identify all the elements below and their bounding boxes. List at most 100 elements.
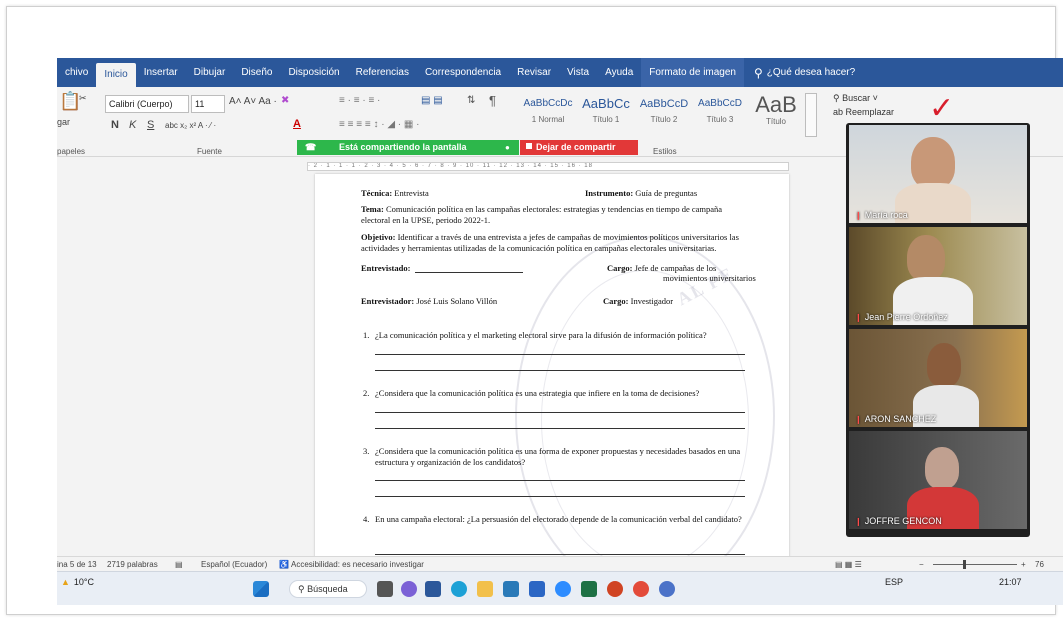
zoom-slider-handle[interactable] bbox=[963, 560, 966, 569]
tab-inicio[interactable]: Inicio bbox=[96, 63, 136, 87]
style-titulo-2[interactable]: AaBbCcD Título 2 bbox=[635, 93, 693, 133]
participant-tile[interactable]: ❙ Jean Pierre Ordoñez bbox=[849, 227, 1027, 325]
question-2: 2. ¿Considera que la comunicación políti… bbox=[363, 388, 700, 398]
indent-buttons[interactable]: ▤ ▤ bbox=[421, 95, 443, 106]
taskbar-search[interactable]: ⚲ Búsqueda bbox=[289, 580, 367, 598]
tecnica-value: Entrevista bbox=[394, 188, 429, 198]
weather-icon: ▲ bbox=[61, 577, 70, 587]
style-titulo-3[interactable]: AaBbCcD Título 3 bbox=[691, 93, 749, 133]
underline-button[interactable]: S bbox=[147, 119, 154, 131]
participant-name: María roca bbox=[864, 210, 908, 220]
horizontal-ruler[interactable]: · 2 · 1 · 1 · 1 · 2 · 3 · 4 · 5 · 6 · 7 … bbox=[307, 162, 789, 171]
addin-logo-icon[interactable]: ✓ bbox=[929, 91, 954, 126]
zoom-level[interactable]: 76 bbox=[1035, 557, 1044, 572]
store-icon[interactable] bbox=[503, 581, 519, 597]
font-name-select[interactable]: Calibri (Cuerpo) bbox=[105, 95, 189, 113]
tab-vista[interactable]: Vista bbox=[559, 58, 597, 87]
style-normal[interactable]: AaBbCcDc 1 Normal bbox=[519, 93, 577, 133]
answer-line bbox=[375, 480, 745, 481]
mic-muted-icon: ❙ bbox=[855, 313, 862, 322]
answer-line bbox=[375, 412, 745, 413]
app-icon[interactable] bbox=[529, 581, 545, 597]
sharing-status: Está compartiendo la pantalla bbox=[339, 142, 467, 152]
zoom-app-icon[interactable] bbox=[555, 581, 571, 597]
sort-icon[interactable]: ⇅ bbox=[467, 95, 475, 106]
file-explorer-icon[interactable] bbox=[477, 581, 493, 597]
clock[interactable]: 21:07 bbox=[999, 577, 1022, 587]
entrevistado-label: Entrevistado: bbox=[361, 263, 411, 273]
participant-tile[interactable]: ❙ JOFFRE GENCON bbox=[849, 431, 1027, 529]
font-size-select[interactable]: 11 bbox=[191, 95, 225, 113]
document-page[interactable]: AL PE Técnica: Entrevista Instrumento: G… bbox=[315, 174, 789, 605]
style-titulo[interactable]: AaB Título bbox=[747, 93, 805, 133]
word-icon[interactable] bbox=[425, 581, 441, 597]
word-count[interactable]: 2719 palabras bbox=[107, 557, 158, 572]
app-icon[interactable] bbox=[659, 581, 675, 597]
proofing-icon[interactable]: ▤ bbox=[175, 557, 183, 572]
italic-button[interactable]: K bbox=[129, 119, 136, 131]
tab-dibujar[interactable]: Dibujar bbox=[186, 58, 234, 87]
accessibility-status[interactable]: Accesibilidad: es necesario investigar bbox=[291, 557, 424, 572]
chrome-icon[interactable] bbox=[633, 581, 649, 597]
stop-sharing-button[interactable]: Dejar de compartir bbox=[520, 140, 638, 155]
tab-referencias[interactable]: Referencias bbox=[348, 58, 417, 87]
cut-icon[interactable]: ✂ bbox=[79, 93, 87, 104]
task-view-icon[interactable] bbox=[377, 581, 393, 597]
font-group-label: Fuente bbox=[197, 147, 222, 156]
help-search[interactable]: ⚲ ¿Qué desea hacer? bbox=[744, 66, 855, 80]
instrumento-label: Instrumento: bbox=[585, 188, 634, 198]
participant-tile[interactable]: ❙ ARON SANCHEZ bbox=[849, 329, 1027, 427]
tecnica-label: Técnica: bbox=[361, 188, 393, 198]
weather-widget[interactable]: ▲ 10°C bbox=[61, 577, 94, 587]
screenshot-frame: chivo Inicio Insertar Dibujar Diseño Dis… bbox=[6, 6, 1063, 615]
search-icon: ⚲ bbox=[833, 93, 840, 103]
language-status[interactable]: Español (Ecuador) bbox=[201, 557, 267, 572]
styles-scroll[interactable] bbox=[805, 93, 817, 137]
style-titulo-1[interactable]: AaBbCc Título 1 bbox=[577, 93, 635, 133]
participant-name: ARON SANCHEZ bbox=[864, 414, 937, 424]
entrevistador-value: José Luis Solano Villón bbox=[416, 296, 498, 306]
tab-formato-imagen[interactable]: Formato de imagen bbox=[641, 58, 744, 87]
instrumento-value: Guía de preguntas bbox=[635, 188, 698, 198]
zoom-out-button[interactable]: − bbox=[919, 557, 924, 572]
participant-video bbox=[925, 447, 959, 489]
question-4: 4. En una campaña electoral: ¿La persuas… bbox=[363, 514, 742, 524]
page-count[interactable]: ina 5 de 13 bbox=[57, 557, 97, 572]
excel-icon[interactable] bbox=[581, 581, 597, 597]
list-buttons[interactable]: ≡ · ≡ · ≡ · bbox=[339, 95, 380, 106]
answer-line bbox=[375, 496, 745, 497]
buscar-button[interactable]: ⚲ Buscar ˅ bbox=[833, 91, 894, 105]
pilcrow-icon[interactable]: ¶ bbox=[489, 93, 496, 108]
tab-diseno[interactable]: Diseño bbox=[233, 58, 280, 87]
tab-disposicion[interactable]: Disposición bbox=[280, 58, 347, 87]
powerpoint-icon[interactable] bbox=[607, 581, 623, 597]
view-buttons[interactable]: ▤ ▦ ☰ bbox=[835, 557, 862, 572]
bold-button[interactable]: N bbox=[111, 119, 119, 131]
format-buttons[interactable]: abc x₂ x² A · ⁄ · bbox=[165, 121, 216, 130]
clear-format-icon[interactable]: ✖ bbox=[281, 95, 289, 106]
answer-line bbox=[375, 554, 745, 555]
grow-font-icon[interactable]: A˄ A˅ Aa · bbox=[229, 96, 277, 107]
objetivo-value: Identificar a través de una entrevista a… bbox=[361, 232, 739, 253]
tab-archivo[interactable]: chivo bbox=[57, 58, 96, 87]
cargo1-value-a: Jefe de campañas de los bbox=[634, 263, 717, 273]
tab-insertar[interactable]: Insertar bbox=[136, 58, 186, 87]
entrevistado-line bbox=[415, 272, 523, 273]
participant-name: JOFFRE GENCON bbox=[864, 516, 942, 526]
chat-icon[interactable] bbox=[401, 581, 417, 597]
participant-tile[interactable]: ❙ María roca bbox=[849, 125, 1027, 223]
objetivo-label: Objetivo: bbox=[361, 232, 396, 242]
tab-ayuda[interactable]: Ayuda bbox=[597, 58, 641, 87]
mic-muted-icon: ❙ bbox=[855, 415, 862, 424]
windows-start-icon[interactable] bbox=[253, 581, 269, 597]
font-color-button[interactable]: A bbox=[293, 118, 301, 130]
edge-icon[interactable] bbox=[451, 581, 467, 597]
zoom-slider[interactable] bbox=[933, 564, 1017, 565]
cargo1-value-b: movimientos universitarios bbox=[663, 273, 756, 283]
tab-revisar[interactable]: Revisar bbox=[509, 58, 559, 87]
reemplazar-button[interactable]: ab Reemplazar bbox=[833, 105, 894, 119]
input-language[interactable]: ESP bbox=[885, 577, 903, 587]
tab-correspondencia[interactable]: Correspondencia bbox=[417, 58, 509, 87]
zoom-in-button[interactable]: + bbox=[1021, 557, 1026, 572]
align-buttons[interactable]: ≡ ≡ ≡ ≡ ↕ · ◢ · ▦ · bbox=[339, 119, 419, 130]
